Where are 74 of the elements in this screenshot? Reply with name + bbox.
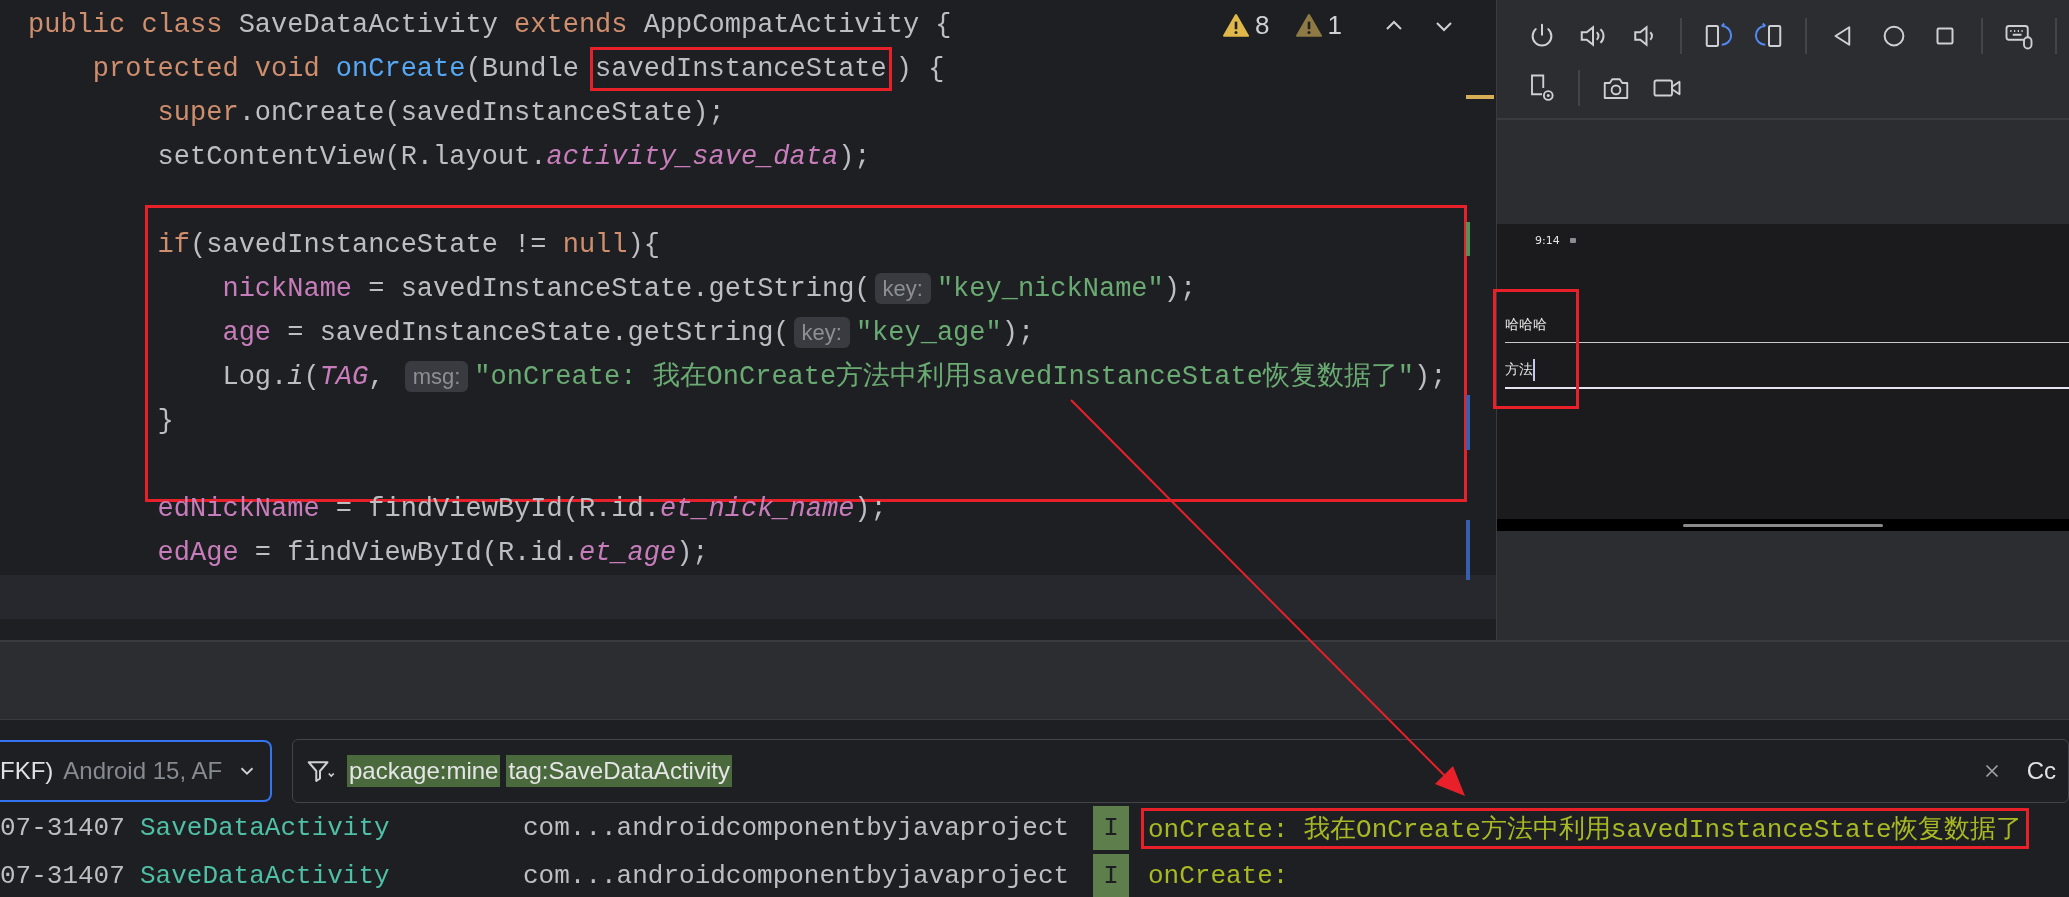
code-text: } [156,406,174,436]
log-message: onCreate: [1147,860,1290,893]
change-marker[interactable] [1466,222,1470,256]
code-keyword: public class [28,10,224,40]
code-method: onCreate [335,54,466,84]
change-marker[interactable] [1466,520,1470,580]
filter-term: tag:SaveDataActivity [506,755,732,787]
code-text: setContentView(R.layout. [156,142,547,172]
status-time: 9:14 [1535,234,1560,247]
inlay-hint: key: [793,317,850,348]
filter-term: package:mine [347,755,501,787]
code-keyword: if [156,230,191,260]
code-constant: et_age [578,538,677,568]
code-field: nickName [28,274,353,304]
change-marker[interactable] [1466,395,1470,450]
log-tag: SaveDataActivity [140,813,523,843]
log-package: com...androidcomponentbyjavaproject [523,861,1071,891]
log-process-id: 07-31407 [0,813,126,843]
code-string: "key_nickName" [936,274,1164,304]
code-keyword: extends [514,10,629,40]
code-constant: activity_save_data [546,142,839,172]
inlay-hint: msg: [404,361,469,392]
code-text: ); [1001,318,1035,348]
log-tag: SaveDataActivity [140,861,523,891]
code-string: "onCreate: 我在OnCreate方法中利用savedInstanceState恢复数据了" [474,362,1415,392]
code-string: "key_age" [855,318,1002,348]
log-message: onCreate: 我在OnCreate方法中利用savedInstanceState恢复数据了 [1141,807,2029,849]
device-dropdown[interactable]: FKF) Android 15, AF [0,740,272,802]
code-keyword: null [562,230,628,260]
code-field: edAge [28,538,239,568]
filter-field[interactable]: package:mine tag:SaveDataActivity Cc [292,739,2069,803]
code-text: .onCreate(savedInstanceState); [238,98,725,128]
code-text: ); [838,142,871,172]
code-text: Log. [221,362,288,392]
warning-count[interactable]: 1 [1327,10,1342,41]
match-case-toggle[interactable]: Cc [2026,757,2056,785]
code-text: = savedInstanceState.getString( [367,274,871,304]
warning-icon [1295,12,1322,39]
log-process-id: 07-31407 [0,861,126,891]
notification-icon [1569,238,1576,243]
code-text: ){ [627,230,660,260]
code-text: ) { [895,54,945,84]
code-field: age [28,318,272,348]
code-text: ( [303,362,320,392]
inlay-hint: key: [874,273,931,304]
code-text: SaveDataActivity [238,10,499,40]
code-editor[interactable] [0,0,1497,640]
warning-count[interactable]: 8 [1255,10,1270,41]
code-constant: TAG [319,362,369,392]
code-text: ); [854,494,887,524]
code-text: (savedInstanceState != [190,230,548,260]
code-text: (Bundle [465,54,580,84]
log-package: com...androidcomponentbyjavaproject [523,813,1071,843]
code-text: ); [676,538,709,568]
text-cursor [1533,359,1535,381]
code-keyword: super [156,98,239,128]
code-text: AppCompatActivity { [643,10,952,40]
code-method: i [287,362,304,392]
text-field[interactable]: 方法 [1505,343,2069,389]
log-level-badge: I [1093,806,1129,850]
code-text: , [368,362,386,392]
text-field[interactable]: 哈哈哈 [1505,297,2069,343]
code-keyword: protected void [91,54,321,84]
log-level-badge: I [1093,854,1129,897]
code-field: edNickName [28,494,320,524]
highlighted-code: savedInstanceState [590,47,892,91]
code-text: = savedInstanceState.getString( [286,318,790,348]
warning-icon [1223,12,1250,39]
gesture-handle[interactable] [1683,523,1883,527]
code-text: ); [1414,362,1447,392]
code-text: = findViewById(R.id. [253,538,579,568]
code-text: = findViewById(R.id. [334,494,660,524]
code-constant: et_nick_name [659,494,855,524]
code-text: ); [1163,274,1197,304]
